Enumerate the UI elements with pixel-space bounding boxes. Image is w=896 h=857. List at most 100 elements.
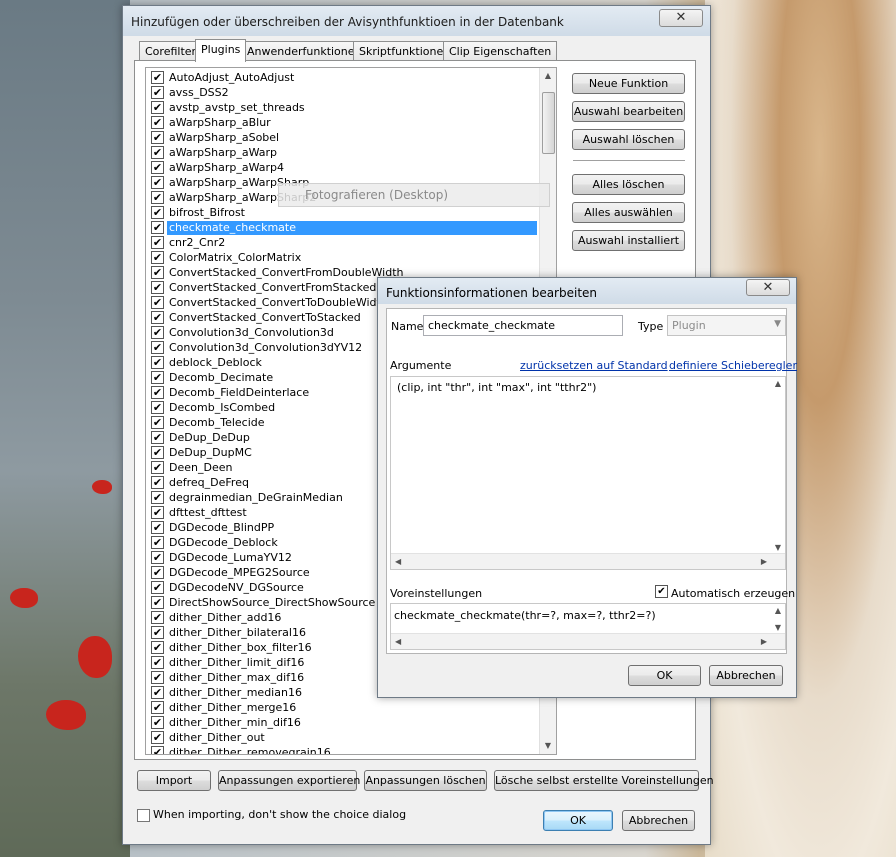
tab-plugins[interactable]: Plugins [195, 39, 247, 62]
plugin-list-item[interactable]: ✔ dither_Dither_merge16 [146, 700, 538, 715]
scroll-up-arrow-icon[interactable]: ▲ [773, 606, 783, 616]
presets-scrollbar[interactable]: ▲ ▼ [771, 604, 785, 635]
import-button[interactable]: Import [137, 770, 211, 791]
item-checkbox[interactable]: ✔ [151, 356, 164, 369]
scroll-right-arrow-icon[interactable]: ▶ [761, 557, 767, 566]
item-checkbox[interactable]: ✔ [151, 626, 164, 639]
item-checkbox[interactable]: ✔ [151, 581, 164, 594]
scroll-up-arrow-icon[interactable]: ▲ [773, 379, 783, 389]
item-checkbox[interactable]: ✔ [151, 656, 164, 669]
plugin-list-item[interactable]: ✔ aWarpSharp_aBlur [146, 115, 538, 130]
plugin-list-item[interactable]: ✔ aWarpSharp_aSobel [146, 130, 538, 145]
checkbox-box[interactable] [137, 809, 150, 822]
arguments-textarea[interactable]: (clip, int "thr", int "max", int "tthr2"… [390, 376, 786, 570]
item-checkbox[interactable]: ✔ [151, 611, 164, 624]
item-checkbox[interactable]: ✔ [151, 551, 164, 564]
scroll-down-arrow-icon[interactable]: ▼ [773, 623, 783, 633]
item-checkbox[interactable]: ✔ [151, 521, 164, 534]
plugin-list-item[interactable]: ✔ avss_DSS2 [146, 85, 538, 100]
item-checkbox[interactable]: ✔ [151, 446, 164, 459]
item-checkbox[interactable]: ✔ [151, 461, 164, 474]
item-checkbox[interactable]: ✔ [151, 71, 164, 84]
plugin-list-item[interactable]: ✔ ColorMatrix_ColorMatrix [146, 250, 538, 265]
item-checkbox[interactable]: ✔ [151, 221, 164, 234]
item-checkbox[interactable]: ✔ [151, 101, 164, 114]
presets-hscrollbar[interactable]: ◀ ▶ [391, 633, 785, 649]
item-checkbox[interactable]: ✔ [151, 746, 164, 754]
item-checkbox[interactable]: ✔ [151, 566, 164, 579]
item-checkbox[interactable]: ✔ [151, 476, 164, 489]
plugin-list-item[interactable]: ✔ bifrost_Bifrost [146, 205, 538, 220]
plugin-list-item[interactable]: ✔ dither_Dither_out [146, 730, 538, 745]
item-checkbox[interactable]: ✔ [151, 176, 164, 189]
select-all-button[interactable]: Alles auswählen [572, 202, 685, 223]
plugin-list-item[interactable]: ✔ checkmate_checkmate [146, 220, 538, 235]
item-checkbox[interactable]: ✔ [151, 416, 164, 429]
item-checkbox[interactable]: ✔ [151, 266, 164, 279]
main-ok-button[interactable]: OK [543, 810, 613, 831]
item-checkbox[interactable]: ✔ [151, 641, 164, 654]
export-customizations-button[interactable]: Anpassungen exportieren [218, 770, 360, 791]
item-checkbox[interactable]: ✔ [151, 146, 164, 159]
plugin-list-item[interactable]: ✔ aWarpSharp_aWarp4 [146, 160, 538, 175]
delete-custom-presets-button[interactable]: Lösche selbst erstellte Voreinstellungen [494, 770, 714, 791]
item-checkbox[interactable]: ✔ [151, 206, 164, 219]
item-checkbox[interactable]: ✔ [151, 596, 164, 609]
plugin-list-item[interactable]: ✔ cnr2_Cnr2 [146, 235, 538, 250]
plugin-list-item[interactable]: ✔ AutoAdjust_AutoAdjust [146, 70, 538, 85]
scroll-thumb[interactable] [542, 92, 555, 154]
item-checkbox[interactable]: ✔ [151, 311, 164, 324]
item-checkbox[interactable]: ✔ [151, 341, 164, 354]
item-checkbox[interactable]: ✔ [151, 431, 164, 444]
delete-selection-button[interactable]: Auswahl löschen [572, 129, 685, 150]
select-installed-button[interactable]: Auswahl installiert [572, 230, 685, 251]
item-checkbox[interactable]: ✔ [151, 131, 164, 144]
new-function-button[interactable]: Neue Funktion [572, 73, 685, 94]
item-checkbox[interactable]: ✔ [151, 116, 164, 129]
item-checkbox[interactable]: ✔ [151, 251, 164, 264]
dialog-cancel-button[interactable]: Abbrechen [709, 665, 783, 686]
plugin-list-item[interactable]: ✔ dither_Dither_min_dif16 [146, 715, 538, 730]
scroll-left-arrow-icon[interactable]: ◀ [395, 637, 401, 646]
item-checkbox[interactable]: ✔ [151, 506, 164, 519]
dialog-close-button[interactable]: ✕ [746, 279, 790, 296]
scroll-up-arrow-icon[interactable]: ▲ [543, 71, 553, 81]
dialog-ok-button[interactable]: OK [628, 665, 701, 686]
delete-all-button[interactable]: Alles löschen [572, 174, 685, 195]
item-checkbox[interactable]: ✔ [151, 86, 164, 99]
tab-clip-eigenschaften[interactable]: Clip Eigenschaften [443, 41, 558, 61]
item-checkbox[interactable]: ✔ [151, 326, 164, 339]
tab-anwenderfunktionen[interactable]: Anwenderfunktionen [241, 41, 368, 61]
name-field[interactable]: checkmate_checkmate [423, 315, 623, 336]
item-checkbox[interactable]: ✔ [151, 716, 164, 729]
item-checkbox[interactable]: ✔ [151, 731, 164, 744]
scroll-left-arrow-icon[interactable]: ◀ [395, 557, 401, 566]
presets-textarea[interactable]: checkmate_checkmate(thr=?, max=?, tthr2=… [390, 603, 786, 650]
plugin-list-item[interactable]: ✔ avstp_avstp_set_threads [146, 100, 538, 115]
item-checkbox[interactable]: ✔ [151, 386, 164, 399]
item-checkbox[interactable]: ✔ [151, 161, 164, 174]
scroll-right-arrow-icon[interactable]: ▶ [761, 637, 767, 646]
item-checkbox[interactable]: ✔ [151, 491, 164, 504]
item-checkbox[interactable]: ✔ [151, 371, 164, 384]
plugin-list-item[interactable]: ✔ aWarpSharp_aWarp [146, 145, 538, 160]
item-checkbox[interactable]: ✔ [151, 191, 164, 204]
item-checkbox[interactable]: ✔ [151, 536, 164, 549]
item-checkbox[interactable]: ✔ [151, 281, 164, 294]
auto-generate-checkbox[interactable]: ✔ [655, 585, 668, 598]
scroll-down-arrow-icon[interactable]: ▼ [773, 543, 783, 553]
reset-to-default-link[interactable]: zurücksetzen auf Standard [520, 359, 668, 372]
scroll-down-arrow-icon[interactable]: ▼ [543, 741, 553, 751]
delete-customizations-button[interactable]: Anpassungen löschen [364, 770, 487, 791]
tab-corefilter[interactable]: Corefilter [139, 41, 203, 61]
type-select[interactable]: Plugin ▼ [667, 315, 786, 336]
main-cancel-button[interactable]: Abbrechen [622, 810, 695, 831]
item-checkbox[interactable]: ✔ [151, 686, 164, 699]
item-checkbox[interactable]: ✔ [151, 701, 164, 714]
item-checkbox[interactable]: ✔ [151, 296, 164, 309]
define-slider-link[interactable]: definiere Schieberegler [669, 359, 797, 372]
arguments-hscrollbar[interactable]: ◀ ▶ [391, 553, 785, 569]
item-checkbox[interactable]: ✔ [151, 236, 164, 249]
arguments-scrollbar[interactable]: ▲ ▼ [771, 377, 785, 555]
item-checkbox[interactable]: ✔ [151, 401, 164, 414]
